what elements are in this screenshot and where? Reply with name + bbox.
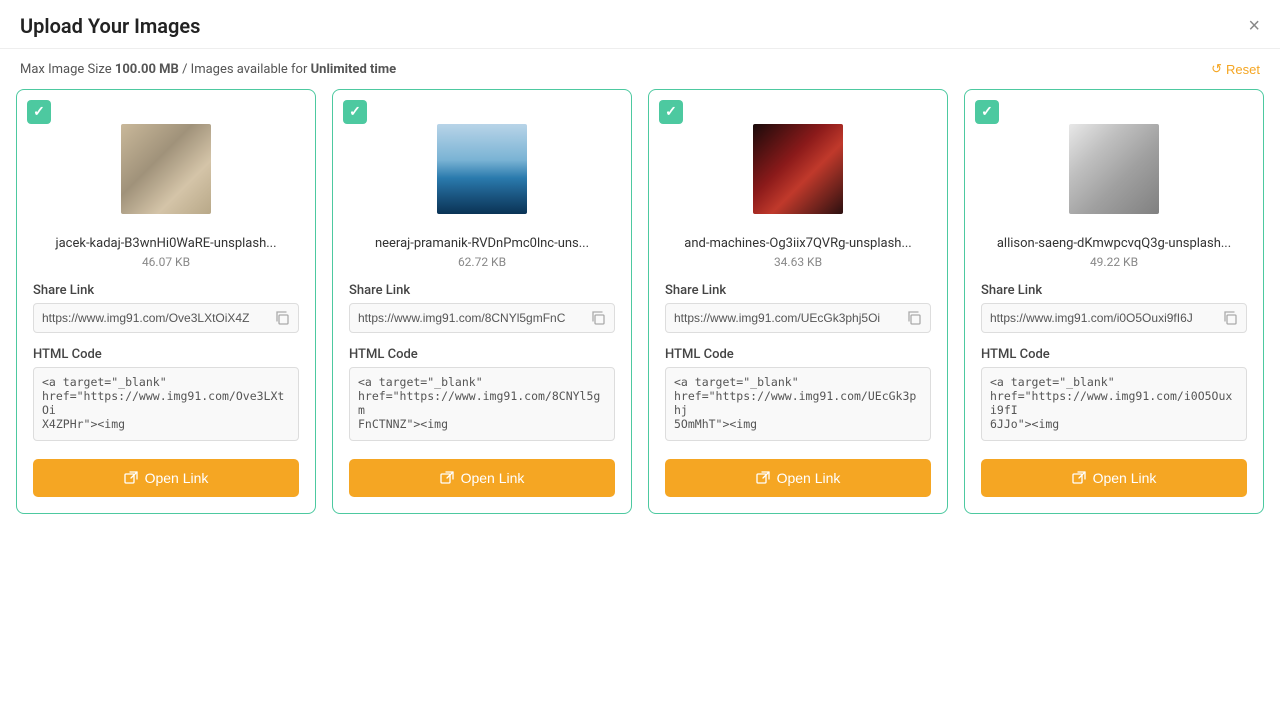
- image-thumb-1: [121, 124, 211, 214]
- close-button[interactable]: ×: [1248, 16, 1260, 36]
- info-middle: / Images available for: [179, 62, 311, 77]
- file-name-4: allison-saeng-dKmwpcvqQ3g-unsplash...: [981, 236, 1247, 251]
- file-size-1: 46.07 KB: [33, 255, 299, 269]
- open-link-button-1[interactable]: Open Link: [33, 459, 299, 497]
- copy-link-button-3[interactable]: [898, 304, 930, 332]
- share-link-row-3: [665, 303, 931, 333]
- html-code-label-2: HTML Code: [349, 347, 615, 362]
- html-code-label-3: HTML Code: [665, 347, 931, 362]
- open-link-button-3[interactable]: Open Link: [665, 459, 931, 497]
- copy-link-button-2[interactable]: [582, 304, 614, 332]
- share-link-input-3[interactable]: [666, 304, 898, 332]
- share-link-label-1: Share Link: [33, 283, 299, 298]
- subheader: Max Image Size 100.00 MB / Images availa…: [0, 49, 1280, 89]
- reset-button[interactable]: ↺ Reset: [1211, 61, 1260, 77]
- image-thumb-2: [437, 124, 527, 214]
- card-3: ✓ and-machines-Og3iix7QVRg-unsplash... 3…: [648, 89, 948, 514]
- image-thumb-3: [753, 124, 843, 214]
- html-code-textarea-2[interactable]: <a target="_blank" href="https://www.img…: [349, 367, 615, 441]
- reset-icon: ↺: [1211, 61, 1222, 77]
- check-badge-2: ✓: [343, 100, 367, 124]
- share-link-label-4: Share Link: [981, 283, 1247, 298]
- html-code-textarea-4[interactable]: <a target="_blank" href="https://www.img…: [981, 367, 1247, 441]
- card-1: ✓ jacek-kadaj-B3wnHi0WaRE-unsplash... 46…: [16, 89, 316, 514]
- image-container-2: [349, 114, 615, 224]
- availability: Unlimited time: [311, 62, 397, 77]
- file-size-3: 34.63 KB: [665, 255, 931, 269]
- share-link-row-2: [349, 303, 615, 333]
- open-link-button-2[interactable]: Open Link: [349, 459, 615, 497]
- check-badge-3: ✓: [659, 100, 683, 124]
- share-link-label-2: Share Link: [349, 283, 615, 298]
- share-link-input-2[interactable]: [350, 304, 582, 332]
- cards-container: ✓ jacek-kadaj-B3wnHi0WaRE-unsplash... 46…: [0, 89, 1280, 530]
- reset-label: Reset: [1226, 62, 1260, 77]
- image-container-4: [981, 114, 1247, 224]
- html-code-label-4: HTML Code: [981, 347, 1247, 362]
- file-name-2: neeraj-pramanik-RVDnPmc0lnc-uns...: [349, 236, 615, 251]
- image-container-3: [665, 114, 931, 224]
- check-badge-4: ✓: [975, 100, 999, 124]
- file-name-1: jacek-kadaj-B3wnHi0WaRE-unsplash...: [33, 236, 299, 251]
- image-container-1: [33, 114, 299, 224]
- card-2: ✓ neeraj-pramanik-RVDnPmc0lnc-uns... 62.…: [332, 89, 632, 514]
- share-link-input-4[interactable]: [982, 304, 1214, 332]
- subheader-info: Max Image Size 100.00 MB / Images availa…: [20, 62, 396, 77]
- share-link-input-1[interactable]: [34, 304, 266, 332]
- max-size: 100.00 MB: [115, 62, 179, 77]
- copy-link-button-4[interactable]: [1214, 304, 1246, 332]
- page-title: Upload Your Images: [20, 14, 200, 38]
- file-size-4: 49.22 KB: [981, 255, 1247, 269]
- html-code-textarea-3[interactable]: <a target="_blank" href="https://www.img…: [665, 367, 931, 441]
- card-4: ✓ allison-saeng-dKmwpcvqQ3g-unsplash... …: [964, 89, 1264, 514]
- share-link-row-4: [981, 303, 1247, 333]
- file-size-2: 62.72 KB: [349, 255, 615, 269]
- copy-link-button-1[interactable]: [266, 304, 298, 332]
- file-name-3: and-machines-Og3iix7QVRg-unsplash...: [665, 236, 931, 251]
- html-code-textarea-1[interactable]: <a target="_blank" href="https://www.img…: [33, 367, 299, 441]
- info-prefix: Max Image Size: [20, 62, 115, 77]
- share-link-label-3: Share Link: [665, 283, 931, 298]
- image-thumb-4: [1069, 124, 1159, 214]
- dialog-header: Upload Your Images ×: [0, 0, 1280, 49]
- check-badge-1: ✓: [27, 100, 51, 124]
- share-link-row-1: [33, 303, 299, 333]
- html-code-label-1: HTML Code: [33, 347, 299, 362]
- open-link-button-4[interactable]: Open Link: [981, 459, 1247, 497]
